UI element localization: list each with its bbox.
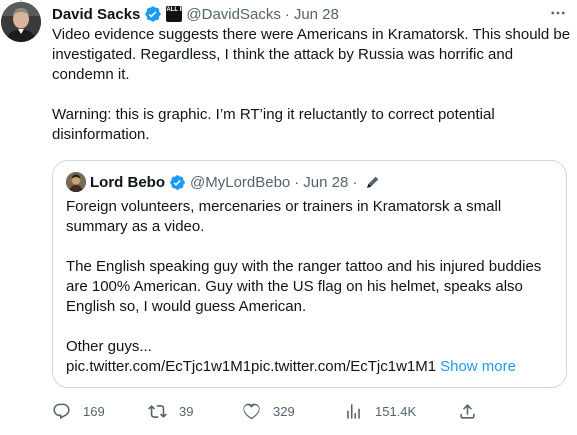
affiliate-badge[interactable]: ALL IN — [166, 6, 186, 22]
tweet-date[interactable]: Jun 28 — [294, 6, 339, 23]
tweet-actions: 169 39 329 151.4K — [52, 398, 492, 424]
retweet-count: 39 — [179, 403, 194, 419]
author-name[interactable]: David Sacks — [52, 6, 140, 23]
quoted-author-handle[interactable]: @MyLordBebo — [190, 174, 290, 191]
heart-icon — [243, 403, 260, 419]
views-button[interactable]: 151.4K — [344, 398, 416, 424]
retweet-icon — [148, 404, 167, 418]
quoted-tweet[interactable]: Lord Bebo @MyLordBebo · Jun 28 · Foreign… — [52, 160, 567, 388]
header-separator: · — [294, 173, 300, 191]
quoted-tweet-header: Lord Bebo @MyLordBebo · Jun 28 · — [66, 172, 381, 192]
share-icon — [460, 403, 475, 419]
views-chart-icon — [347, 403, 360, 419]
quoted-tweet-date[interactable]: Jun 28 — [303, 174, 348, 191]
tweet[interactable]: David Sacks ALL IN @DavidSacks · Jun 28 … — [0, 0, 577, 435]
author-handle[interactable]: @DavidSacks — [186, 6, 280, 23]
show-more-link[interactable]: Show more — [440, 358, 516, 375]
quoted-paragraph: Other guys... pic.twitter.com/EcTjc1w1M1p… — [66, 337, 556, 377]
more-options-icon[interactable] — [547, 4, 569, 22]
tweet-text: Video evidence suggests there were Ameri… — [52, 25, 572, 145]
views-count: 151.4K — [375, 403, 417, 419]
header-separator: · — [284, 5, 290, 23]
like-button[interactable]: 329 — [242, 398, 295, 424]
quoted-tweet-text: Foreign volunteers, mercenaries or train… — [66, 197, 556, 377]
verified-badge-icon[interactable] — [169, 174, 186, 191]
tweet-paragraph: Warning: this is graphic. I’m RT’ing it … — [52, 106, 495, 143]
quoted-paragraph: Foreign volunteers, mercenaries or train… — [66, 198, 502, 235]
quoted-paragraph: The English speaking guy with the ranger… — [66, 258, 542, 315]
retweet-button[interactable]: 39 — [148, 398, 193, 424]
tweet-paragraph: Video evidence suggests there were Ameri… — [52, 26, 571, 83]
reply-button[interactable]: 169 — [52, 398, 105, 424]
share-button[interactable] — [458, 398, 477, 424]
verified-badge-icon[interactable] — [144, 5, 162, 23]
tweet-header: David Sacks ALL IN @DavidSacks · Jun 28 — [52, 3, 339, 25]
quoted-author-avatar[interactable] — [66, 172, 86, 192]
quoted-last-line: Other guys... — [66, 338, 152, 355]
like-count: 329 — [273, 403, 295, 419]
header-separator: · — [352, 173, 358, 191]
reply-icon — [53, 403, 70, 419]
quoted-author-name[interactable]: Lord Bebo — [90, 174, 165, 191]
reply-count: 169 — [83, 403, 105, 419]
media-link[interactable]: pic.twitter.com/EcTjc1w1M1pic.twitter.co… — [66, 358, 436, 375]
edited-pencil-icon[interactable] — [365, 174, 381, 190]
author-avatar[interactable] — [1, 2, 41, 42]
